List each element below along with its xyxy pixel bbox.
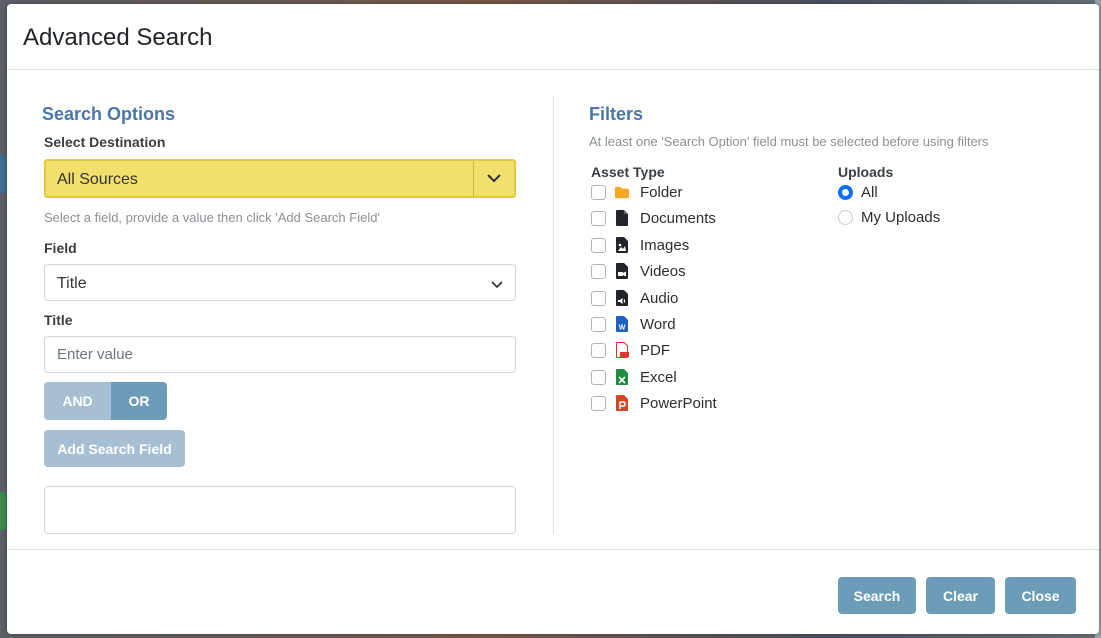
asset-type-label: Asset Type [591, 164, 665, 180]
value-label: Title [44, 312, 73, 328]
asset-type-option[interactable]: Documents [591, 208, 716, 228]
filters-hint: At least one 'Search Option' field must … [589, 134, 989, 149]
asset-type-option[interactable]: W Word [591, 314, 676, 334]
asset-type-label-text: Word [640, 315, 676, 333]
chevron-down-icon [491, 276, 503, 294]
asset-type-option[interactable]: Audio [591, 288, 678, 308]
destination-value: All Sources [57, 171, 138, 188]
audio-file-icon [615, 290, 629, 306]
dialog-title: Advanced Search [23, 24, 213, 51]
asset-type-option[interactable]: Folder [591, 182, 683, 202]
filters-heading: Filters [589, 104, 644, 124]
word-checkbox[interactable] [591, 316, 606, 332]
excel-checkbox[interactable] [591, 369, 606, 385]
powerpoint-checkbox[interactable] [591, 395, 606, 411]
uploads-option-label: My Uploads [861, 208, 941, 226]
advanced-search-dialog: Advanced Search Search Options Select De… [7, 4, 1099, 634]
destination-select[interactable]: All Sources [44, 159, 516, 198]
add-search-field-button[interactable]: Add Search Field [44, 430, 185, 467]
word-file-icon: W [615, 316, 629, 332]
asset-type-label-text: Audio [640, 289, 679, 307]
asset-type-option[interactable]: Excel [591, 367, 677, 387]
uploads-option[interactable]: My Uploads [838, 207, 940, 227]
and-toggle-button[interactable]: AND [44, 382, 111, 420]
close-button[interactable]: Close [1005, 577, 1076, 614]
asset-type-label-text: PowerPoint [640, 394, 717, 412]
search-options-heading: Search Options [42, 104, 176, 124]
asset-type-label-text: Videos [640, 262, 686, 280]
asset-type-label-text: PDF [640, 341, 670, 359]
search-field-hint: Select a field, provide a value then cli… [44, 210, 380, 225]
uploads-option-label: All [861, 183, 878, 201]
column-divider [553, 96, 554, 534]
folder-icon [615, 184, 629, 200]
pdf-file-icon [615, 342, 629, 358]
documents-checkbox[interactable] [591, 210, 606, 226]
dialog-header: Advanced Search [7, 4, 1099, 70]
search-fields-box[interactable] [44, 486, 516, 534]
document-icon [615, 210, 629, 226]
asset-type-label-text: Excel [640, 368, 677, 386]
field-select[interactable]: Title [44, 264, 516, 301]
asset-type-label-text: Folder [640, 183, 683, 201]
asset-type-option[interactable]: Images [591, 235, 689, 255]
asset-type-option[interactable]: PDF [591, 340, 670, 360]
pdf-checkbox[interactable] [591, 342, 606, 358]
uploads-all-radio[interactable] [838, 184, 853, 200]
uploads-option[interactable]: All [838, 182, 878, 202]
folder-checkbox[interactable] [591, 184, 606, 200]
asset-type-option[interactable]: Videos [591, 261, 686, 281]
destination-label: Select Destination [44, 134, 166, 150]
asset-type-label-text: Documents [640, 209, 716, 227]
video-file-icon [615, 263, 629, 279]
chevron-down-icon[interactable] [473, 161, 514, 196]
field-value: Title [57, 275, 87, 292]
uploads-label: Uploads [838, 164, 894, 180]
image-file-icon [615, 237, 629, 253]
svg-text:W: W [619, 325, 626, 332]
field-label: Field [44, 240, 77, 256]
uploads-mine-radio[interactable] [838, 209, 853, 225]
videos-checkbox[interactable] [591, 263, 606, 279]
excel-file-icon [615, 369, 629, 385]
value-input[interactable] [44, 336, 516, 373]
images-checkbox[interactable] [591, 237, 606, 253]
search-button[interactable]: Search [838, 577, 916, 614]
asset-type-label-text: Images [640, 236, 690, 254]
clear-button[interactable]: Clear [926, 577, 995, 614]
audio-checkbox[interactable] [591, 290, 606, 306]
asset-type-option[interactable]: PowerPoint [591, 393, 717, 413]
or-toggle-button[interactable]: OR [111, 382, 167, 420]
powerpoint-file-icon [615, 395, 629, 411]
